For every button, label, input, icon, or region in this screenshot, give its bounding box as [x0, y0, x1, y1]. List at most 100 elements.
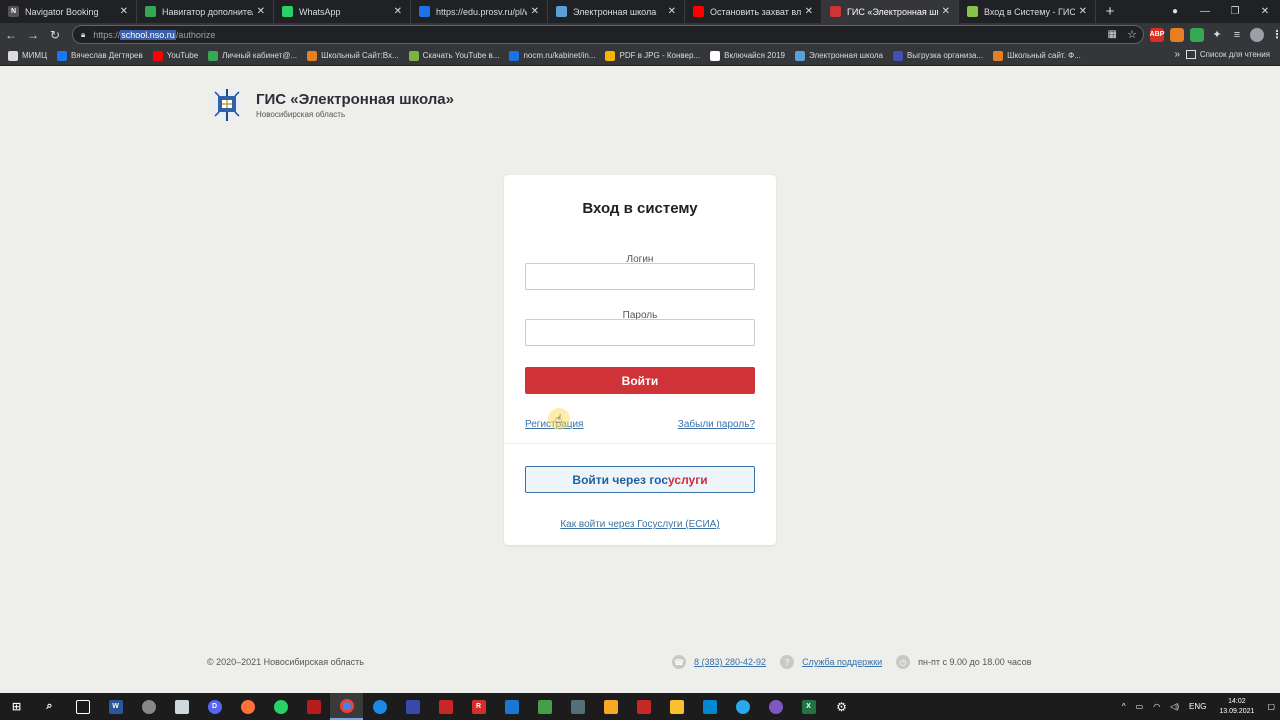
task-view-icon[interactable]	[66, 693, 99, 720]
start-button[interactable]: ⊞	[0, 693, 33, 720]
taskbar-app-icon[interactable]	[297, 693, 330, 720]
qr-code-icon[interactable]: ▦	[1108, 29, 1117, 40]
chrome-icon	[339, 698, 354, 713]
new-tab-icon[interactable]: +	[1096, 0, 1124, 23]
taskbar-app-icon[interactable]	[528, 693, 561, 720]
esia-help-link[interactable]: Как войти через Госуслуги (ЕСИА)	[504, 519, 776, 530]
search-icon[interactable]: ⌕	[33, 693, 66, 720]
taskbar-app-icon[interactable]	[627, 693, 660, 720]
reload-icon[interactable]: ↻	[44, 23, 66, 46]
bookmark-item[interactable]: Скачать YouTube в...	[408, 50, 499, 61]
taskbar-app-icon[interactable]	[561, 693, 594, 720]
support-service-link[interactable]: Служба поддержки	[802, 657, 882, 667]
login-input[interactable]	[525, 263, 755, 290]
network-icon[interactable]: ▭	[1136, 702, 1144, 711]
taskbar-app-icon[interactable]	[759, 693, 792, 720]
taskbar-word-icon[interactable]: W	[99, 693, 132, 720]
back-icon[interactable]: ←	[0, 23, 22, 46]
tab-close-icon[interactable]: ✕	[394, 6, 402, 17]
taskbar-settings-icon[interactable]: ⚙	[825, 693, 858, 720]
taskbar-app-icon[interactable]	[429, 693, 462, 720]
taskbar-app-icon[interactable]	[495, 693, 528, 720]
wifi-icon[interactable]: ◠	[1153, 702, 1160, 711]
minimize-icon[interactable]: —	[1190, 6, 1220, 17]
puzzle-extensions-icon[interactable]: ✦	[1210, 28, 1224, 42]
tab-close-icon[interactable]: ✕	[805, 6, 813, 17]
lock-icon: 🔒︎	[81, 29, 86, 39]
taskbar-app-icon[interactable]	[693, 693, 726, 720]
tab-close-icon[interactable]: ✕	[257, 6, 265, 17]
language-indicator[interactable]: ENG	[1189, 702, 1206, 711]
taskbar-app-icon[interactable]	[396, 693, 429, 720]
close-window-icon[interactable]: ✕	[1250, 6, 1280, 17]
notifications-icon[interactable]: ▢	[1267, 702, 1275, 711]
address-bar[interactable]: 🔒︎ https://school.nso.ru/authorize ▦ ☆	[72, 25, 1144, 44]
bookmark-item[interactable]: Школьный Сайт:Вх...	[307, 50, 399, 61]
tab-close-icon[interactable]: ✕	[942, 6, 950, 17]
login-button[interactable]: Войти	[525, 367, 755, 394]
browser-tab[interactable]: Остановить захват власти ✕	[685, 0, 822, 23]
taskbar-app-icon[interactable]: R	[462, 693, 495, 720]
bookmarks-overflow-icon[interactable]: »	[1174, 49, 1180, 60]
extension-icon[interactable]	[1190, 27, 1204, 42]
bookmark-item[interactable]: Школьный сайт. Ф...	[993, 50, 1081, 61]
bookmark-item[interactable]: Электронная школа	[794, 50, 883, 61]
taskbar-explorer-icon[interactable]	[594, 693, 627, 720]
tray-chevron-up-icon[interactable]: ^	[1122, 702, 1126, 711]
bookmark-item[interactable]: Выгрузка организа...	[892, 50, 983, 61]
taskbar-whatsapp-icon[interactable]	[264, 693, 297, 720]
browser-tab[interactable]: WhatsApp ✕	[274, 0, 411, 23]
tab-close-icon[interactable]: ✕	[668, 6, 676, 17]
reading-list-icon	[1185, 50, 1196, 59]
profile-avatar[interactable]	[1250, 27, 1264, 42]
taskbar-chrome-icon[interactable]	[330, 693, 363, 720]
tab-close-icon[interactable]: ✕	[120, 6, 128, 17]
browser-tab[interactable]: Электронная школа ✕	[548, 0, 685, 23]
tab-close-icon[interactable]: ✕	[531, 6, 539, 17]
app-icon: R	[471, 699, 486, 714]
tab-close-icon[interactable]: ✕	[1079, 6, 1087, 17]
password-input[interactable]	[525, 319, 755, 346]
profile-menu-icon[interactable]: ●	[1160, 6, 1190, 17]
media-control-icon[interactable]: ≡	[1230, 28, 1244, 42]
adblock-extension-icon[interactable]: ABP	[1150, 27, 1164, 42]
reading-list-button[interactable]: Список для чтения	[1185, 50, 1270, 59]
taskbar-excel-icon[interactable]: X	[792, 693, 825, 720]
browser-tab[interactable]: Вход в Систему - ГИС НС ✕	[959, 0, 1096, 23]
excel-icon: X	[801, 699, 816, 714]
gosuslugi-login-button[interactable]: Войти через гос услуги	[525, 466, 755, 493]
support-phone-link[interactable]: 8 (383) 280-42-92	[694, 657, 766, 667]
volume-icon[interactable]: ◁)	[1170, 702, 1179, 711]
forgot-password-link[interactable]: Забыли пароль?	[678, 419, 755, 430]
taskbar-app-icon[interactable]: D	[198, 693, 231, 720]
taskbar-app-icon[interactable]	[660, 693, 693, 720]
browser-tab[interactable]: Навигатор дополнительн ✕	[137, 0, 274, 23]
magnifier-icon: ⌕	[46, 700, 53, 712]
taskbar-app-icon[interactable]	[363, 693, 396, 720]
bookmark-item[interactable]: Вячеслав Дегтярев	[57, 50, 143, 61]
bookmark-item[interactable]: YouTube	[152, 50, 199, 61]
site-header: ГИС «Электронная школа» Новосибирская об…	[210, 86, 454, 124]
browser-tab[interactable]: https://edu.prosv.ru/pl/wor ✕	[411, 0, 548, 23]
bookmark-item[interactable]: Включайся 2019	[710, 50, 785, 61]
clock[interactable]: 14:02 13.09.2021	[1219, 697, 1254, 717]
taskbar-firefox-icon[interactable]	[231, 693, 264, 720]
browser-tab[interactable]: N Navigator Booking ✕	[0, 0, 137, 23]
taskbar-telegram-icon[interactable]	[726, 693, 759, 720]
app-icon	[306, 699, 321, 714]
bookmark-item[interactable]: nocm.ru/kabinet/in...	[509, 50, 595, 61]
extension-icon[interactable]	[1170, 27, 1184, 42]
restore-icon[interactable]: ❐	[1220, 6, 1250, 17]
tab-label: ГИС «Электронная школа»	[847, 6, 938, 17]
menu-dots-icon[interactable]: ⋮	[1270, 28, 1280, 42]
forward-icon[interactable]: →	[22, 23, 44, 46]
tab-favicon-icon	[830, 6, 841, 17]
taskbar-app-icon[interactable]	[165, 693, 198, 720]
bookmark-item[interactable]: МИМЦ	[8, 50, 47, 61]
taskbar-app-icon[interactable]	[132, 693, 165, 720]
browser-tab[interactable]: ГИС «Электронная школа» ✕	[822, 0, 959, 23]
bookmark-item[interactable]: Личный кабинет@...	[208, 50, 297, 61]
bookmark-star-icon[interactable]: ☆	[1127, 28, 1137, 41]
bookmark-label: YouTube	[166, 51, 199, 60]
bookmark-item[interactable]: PDF в JPG - Конвер...	[605, 50, 700, 61]
